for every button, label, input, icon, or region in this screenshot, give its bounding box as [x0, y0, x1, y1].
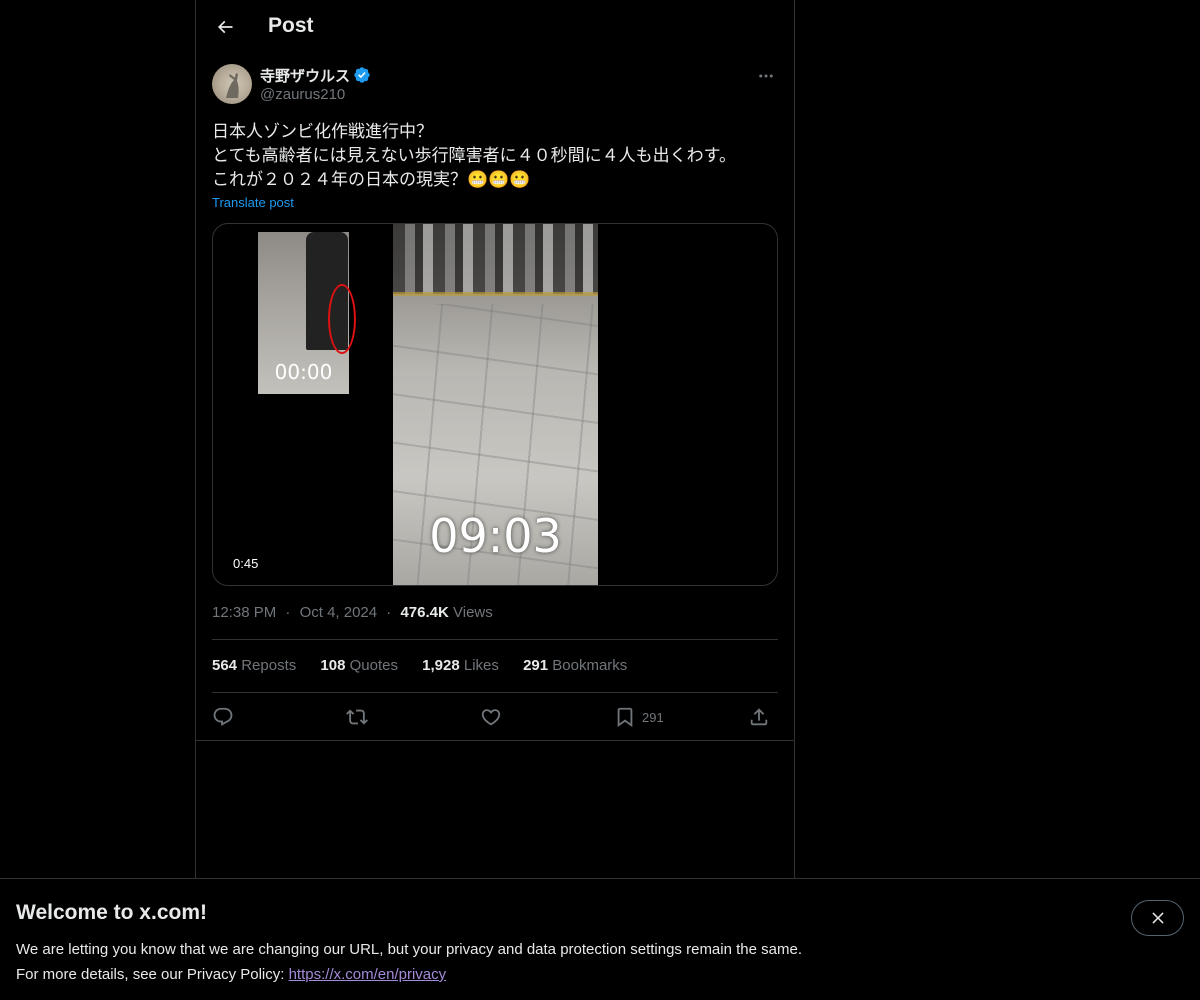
reposts-label: Reposts — [241, 657, 297, 674]
likes-label: Likes — [463, 657, 499, 674]
video-crowd — [393, 224, 598, 294]
divider — [212, 692, 778, 693]
action-bar: 291 — [212, 702, 778, 732]
author-row: 寺野ザウルス @zaurus210 — [212, 64, 778, 106]
close-banner-button[interactable] — [1131, 900, 1184, 936]
reply-icon — [213, 707, 233, 726]
post-bottom-border — [195, 740, 795, 741]
bookmark-icon — [617, 707, 633, 728]
likes-stat[interactable]: 1,928 Likes — [422, 657, 499, 674]
bookmarks-stat[interactable]: 291 Bookmarks — [523, 657, 627, 674]
page-title: Post — [268, 14, 314, 37]
banner-line: We are letting you know that we are chan… — [16, 941, 802, 958]
repost-icon — [346, 709, 368, 725]
quotes-count: 108 — [320, 657, 346, 674]
bookmarks-count: 291 — [523, 657, 549, 674]
main-column: Post 寺野ザウルス @zaurus210 日本人ゾンビ化作戦進行中？ とても… — [195, 0, 795, 878]
video-tactile-line — [393, 292, 598, 296]
top-bar: Post — [196, 0, 794, 53]
display-name[interactable]: 寺野ザウルス — [260, 65, 350, 86]
reposts-count: 564 — [212, 657, 238, 674]
video-inset-frame: 00:00 — [258, 232, 356, 394]
post-time[interactable]: 12:38 PM — [212, 604, 276, 621]
engagement-stats: 564 Reposts 108 Quotes 1,928 Likes 291 B… — [212, 657, 647, 674]
translate-post-link[interactable]: Translate post — [212, 195, 294, 210]
banner-text: We are letting you know that we are chan… — [16, 937, 802, 987]
video-overlay-time-small: 00:00 — [274, 360, 333, 384]
arrow-left-icon — [217, 20, 233, 34]
post-text-line: これが２０２４年の日本の現実？😬😬😬 — [212, 170, 531, 190]
repost-button[interactable] — [346, 704, 368, 730]
banner-line: For more details, see our Privacy Policy… — [16, 962, 802, 987]
divider — [212, 639, 778, 640]
avatar-image — [226, 73, 239, 98]
post-date[interactable]: Oct 4, 2024 — [300, 604, 378, 621]
bookmark-count: 291 — [642, 709, 664, 725]
quotes-label: Quotes — [349, 657, 398, 674]
more-options-button[interactable] — [754, 64, 778, 88]
reposts-stat[interactable]: 564 Reposts — [212, 657, 296, 674]
bookmarks-label: Bookmarks — [552, 657, 628, 674]
share-button[interactable] — [748, 704, 770, 730]
like-button[interactable] — [480, 704, 502, 730]
post-text-line: 日本人ゾンビ化作戦進行中？ — [212, 122, 433, 142]
post-text-line: とても高齢者には見えない歩行障害者に４０秒間に４人も出くわす。 — [212, 146, 736, 166]
views-count: 476.4K — [400, 604, 449, 621]
handle[interactable]: @zaurus210 — [260, 86, 345, 103]
video-player[interactable]: 00:00 09:03 0:45 — [212, 223, 778, 586]
banner-title: Welcome to x.com! — [16, 901, 207, 924]
bookmark-button[interactable]: 291 — [614, 704, 664, 730]
meta-separator: · — [285, 604, 291, 621]
meta-separator: · — [386, 604, 392, 621]
heart-icon — [481, 709, 501, 726]
reply-button[interactable] — [212, 704, 234, 730]
post-meta: 12:38 PM · Oct 4, 2024 · 476.4K Views — [212, 604, 493, 621]
red-circle-annotation — [328, 284, 356, 354]
welcome-banner: Welcome to x.com! We are letting you kno… — [0, 878, 1200, 1000]
video-frame: 09:03 — [393, 224, 598, 585]
verified-badge-icon — [354, 67, 370, 83]
quotes-stat[interactable]: 108 Quotes — [320, 657, 398, 674]
avatar[interactable] — [212, 64, 252, 104]
banner-line-prefix: For more details, see our Privacy Policy… — [16, 966, 289, 983]
likes-count: 1,928 — [422, 657, 460, 674]
views-label: Views — [453, 604, 493, 621]
privacy-policy-link[interactable]: https://x.com/en/privacy — [289, 966, 447, 983]
back-button[interactable] — [208, 10, 242, 44]
share-icon — [750, 708, 768, 726]
video-duration: 0:45 — [233, 556, 259, 571]
more-horizontal-icon — [759, 74, 773, 78]
post-text: 日本人ゾンビ化作戦進行中？ とても高齢者には見えない歩行障害者に４０秒間に４人も… — [212, 120, 782, 192]
video-overlay-time-large: 09:03 — [429, 509, 562, 563]
close-icon — [1151, 912, 1164, 924]
